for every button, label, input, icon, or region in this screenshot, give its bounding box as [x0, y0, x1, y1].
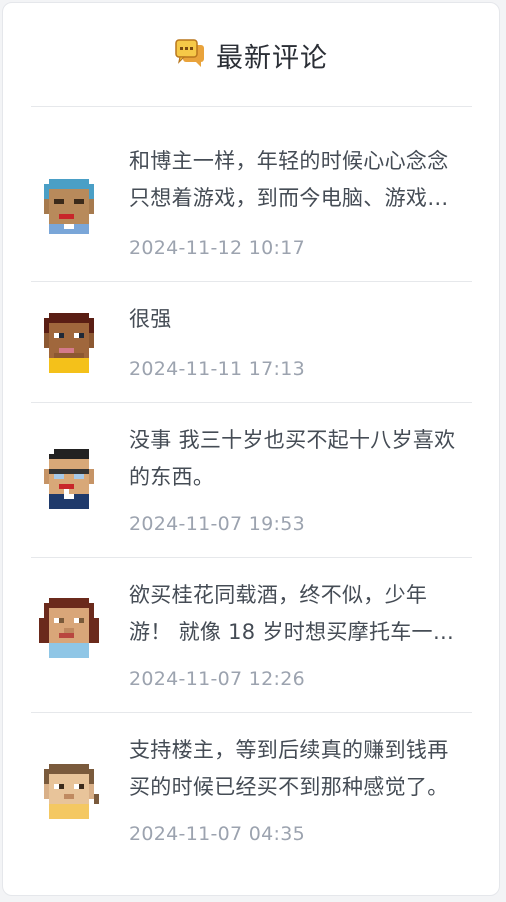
comment-text: 很强	[129, 307, 172, 331]
comment-text: 没事 我三十岁也买不起十八岁喜欢的东西。	[129, 428, 456, 489]
comment-item[interactable]: 欲买桂花同载酒，终不似，少年游！ 就像 18 岁时想买摩托车一样。 2024-1…	[31, 558, 472, 712]
comment-text: 支持楼主，等到后续真的赚到钱再买的时候已经买不到那种感觉了。	[129, 738, 449, 799]
card-header: 最新评论	[3, 3, 499, 107]
comment-time: 2024-11-07 19:53	[129, 513, 306, 535]
chat-bubbles-icon	[174, 37, 206, 73]
comment-time: 2024-11-07 04:35	[129, 823, 306, 845]
comment-time: 2024-11-07 12:26	[129, 668, 306, 690]
user-avatar[interactable]	[39, 759, 99, 819]
user-avatar[interactable]	[39, 313, 99, 373]
user-avatar[interactable]	[39, 449, 99, 509]
comment-time: 2024-11-11 17:13	[129, 358, 306, 380]
comment-item[interactable]: 支持楼主，等到后续真的赚到钱再买的时候已经买不到那种感觉了。 2024-11-0…	[31, 713, 472, 883]
comment-item[interactable]: 没事 我三十岁也买不起十八岁喜欢的东西。 2024-11-07 19:53	[31, 403, 472, 557]
comment-item[interactable]: 很强 2024-11-11 17:13	[31, 282, 472, 402]
comment-item[interactable]: 和博主一样，年轻的时候心心念念只想着游戏，到而今电脑、游戏机都买得起了，却没有时…	[31, 107, 472, 281]
comment-time: 2024-11-12 10:17	[129, 237, 306, 259]
latest-comments-card: 最新评论 和博主一样，年轻的时候心心念念只想着游戏，到而今电脑、游戏机都买得起了…	[2, 2, 500, 896]
user-avatar[interactable]	[39, 598, 99, 658]
comment-text: 和博主一样，年轻的时候心心念念只想着游戏，到而今电脑、游戏机都买得起了，却没有时…	[129, 149, 449, 210]
comment-text: 欲买桂花同载酒，终不似，少年游！ 就像 18 岁时想买摩托车一样。	[129, 583, 433, 644]
user-avatar[interactable]	[39, 174, 99, 234]
card-title: 最新评论	[216, 42, 328, 74]
